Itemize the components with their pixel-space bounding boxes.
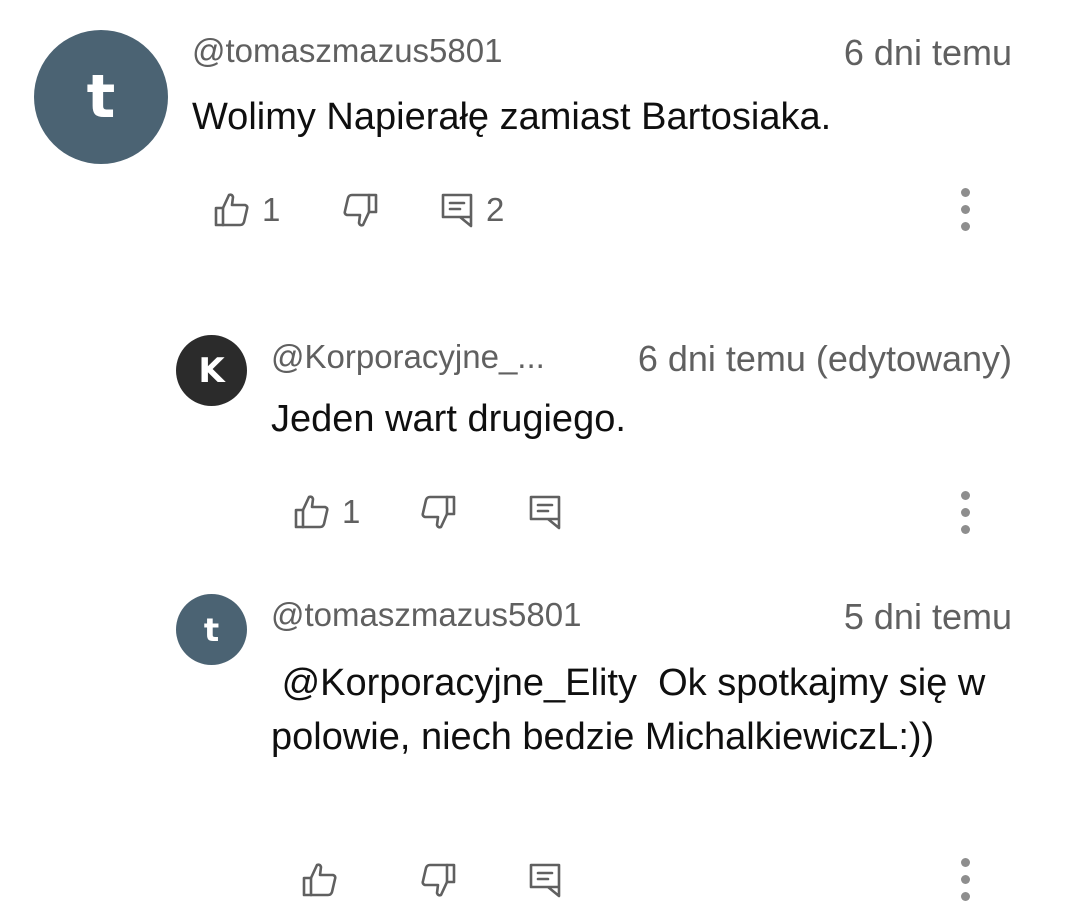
thumb-up-icon: [294, 494, 330, 530]
more-options-button[interactable]: [950, 180, 980, 240]
reply-comment-2: t @tomaszmazus5801 5 dni temu @Korporacy…: [0, 570, 1080, 920]
dislike-button[interactable]: [342, 188, 378, 232]
more-dot: [961, 875, 970, 884]
like-button[interactable]: 1: [294, 490, 360, 534]
more-options-button[interactable]: [950, 850, 980, 910]
more-vertical-icon: [961, 491, 970, 500]
comment-author[interactable]: @tomaszmazus5801: [192, 32, 502, 70]
more-options-button[interactable]: [950, 483, 980, 543]
avatar-letter: t: [86, 62, 116, 132]
reply-comment-1: K @Korporacyjne_... 6 dni temu (edytowan…: [0, 300, 1080, 570]
more-dot: [961, 525, 970, 534]
more-dot: [961, 508, 970, 517]
thumb-down-icon: [420, 862, 456, 898]
more-dot: [961, 222, 970, 231]
dislike-button[interactable]: [420, 858, 456, 902]
dislike-button[interactable]: [420, 490, 456, 534]
like-button[interactable]: [302, 858, 338, 902]
comment-text: Jeden wart drugiego.: [271, 398, 626, 440]
comment-timestamp: 6 dni temu: [843, 32, 1012, 73]
reply-button[interactable]: [528, 490, 562, 534]
reply-comment-icon: [528, 494, 562, 530]
like-count: 1: [342, 493, 361, 530]
more-vertical-icon: [961, 858, 970, 867]
like-button[interactable]: 1: [214, 188, 280, 232]
like-count: 1: [262, 191, 281, 228]
reply-button[interactable]: 2: [440, 188, 504, 232]
thumb-down-icon: [342, 192, 378, 228]
avatar-letter: t: [203, 610, 220, 649]
comment-timestamp: 6 dni temu (edytowany): [637, 338, 1012, 379]
comment-author[interactable]: @tomaszmazus5801: [271, 596, 581, 634]
reply-comment-icon: [440, 192, 474, 228]
comment-actions: 1: [294, 490, 574, 534]
thumb-down-icon: [420, 494, 456, 530]
avatar[interactable]: t: [34, 30, 168, 164]
reply-comment-icon: [528, 862, 562, 898]
avatar[interactable]: K: [176, 335, 247, 406]
comment-timestamp: 5 dni temu: [843, 596, 1012, 637]
comment-text: Wolimy Napierałę zamiast Bartosiaka.: [192, 96, 832, 138]
comment-actions: [302, 858, 582, 902]
avatar[interactable]: t: [176, 594, 247, 665]
comment-author[interactable]: @Korporacyjne_...: [271, 338, 545, 376]
avatar-letter: K: [198, 350, 225, 391]
thumb-up-icon: [302, 862, 338, 898]
more-vertical-icon: [961, 188, 970, 197]
reply-button[interactable]: [528, 858, 562, 902]
comment-actions: 1 2: [214, 188, 534, 232]
more-dot: [961, 892, 970, 901]
thumb-up-icon: [214, 192, 250, 228]
comment-1: t @tomaszmazus5801 6 dni temu Wolimy Nap…: [0, 0, 1080, 270]
comment-text: @Korporacyjne_Elity Ok spotkajmy się w p…: [271, 662, 996, 758]
more-dot: [961, 205, 970, 214]
reply-count: 2: [486, 191, 505, 228]
